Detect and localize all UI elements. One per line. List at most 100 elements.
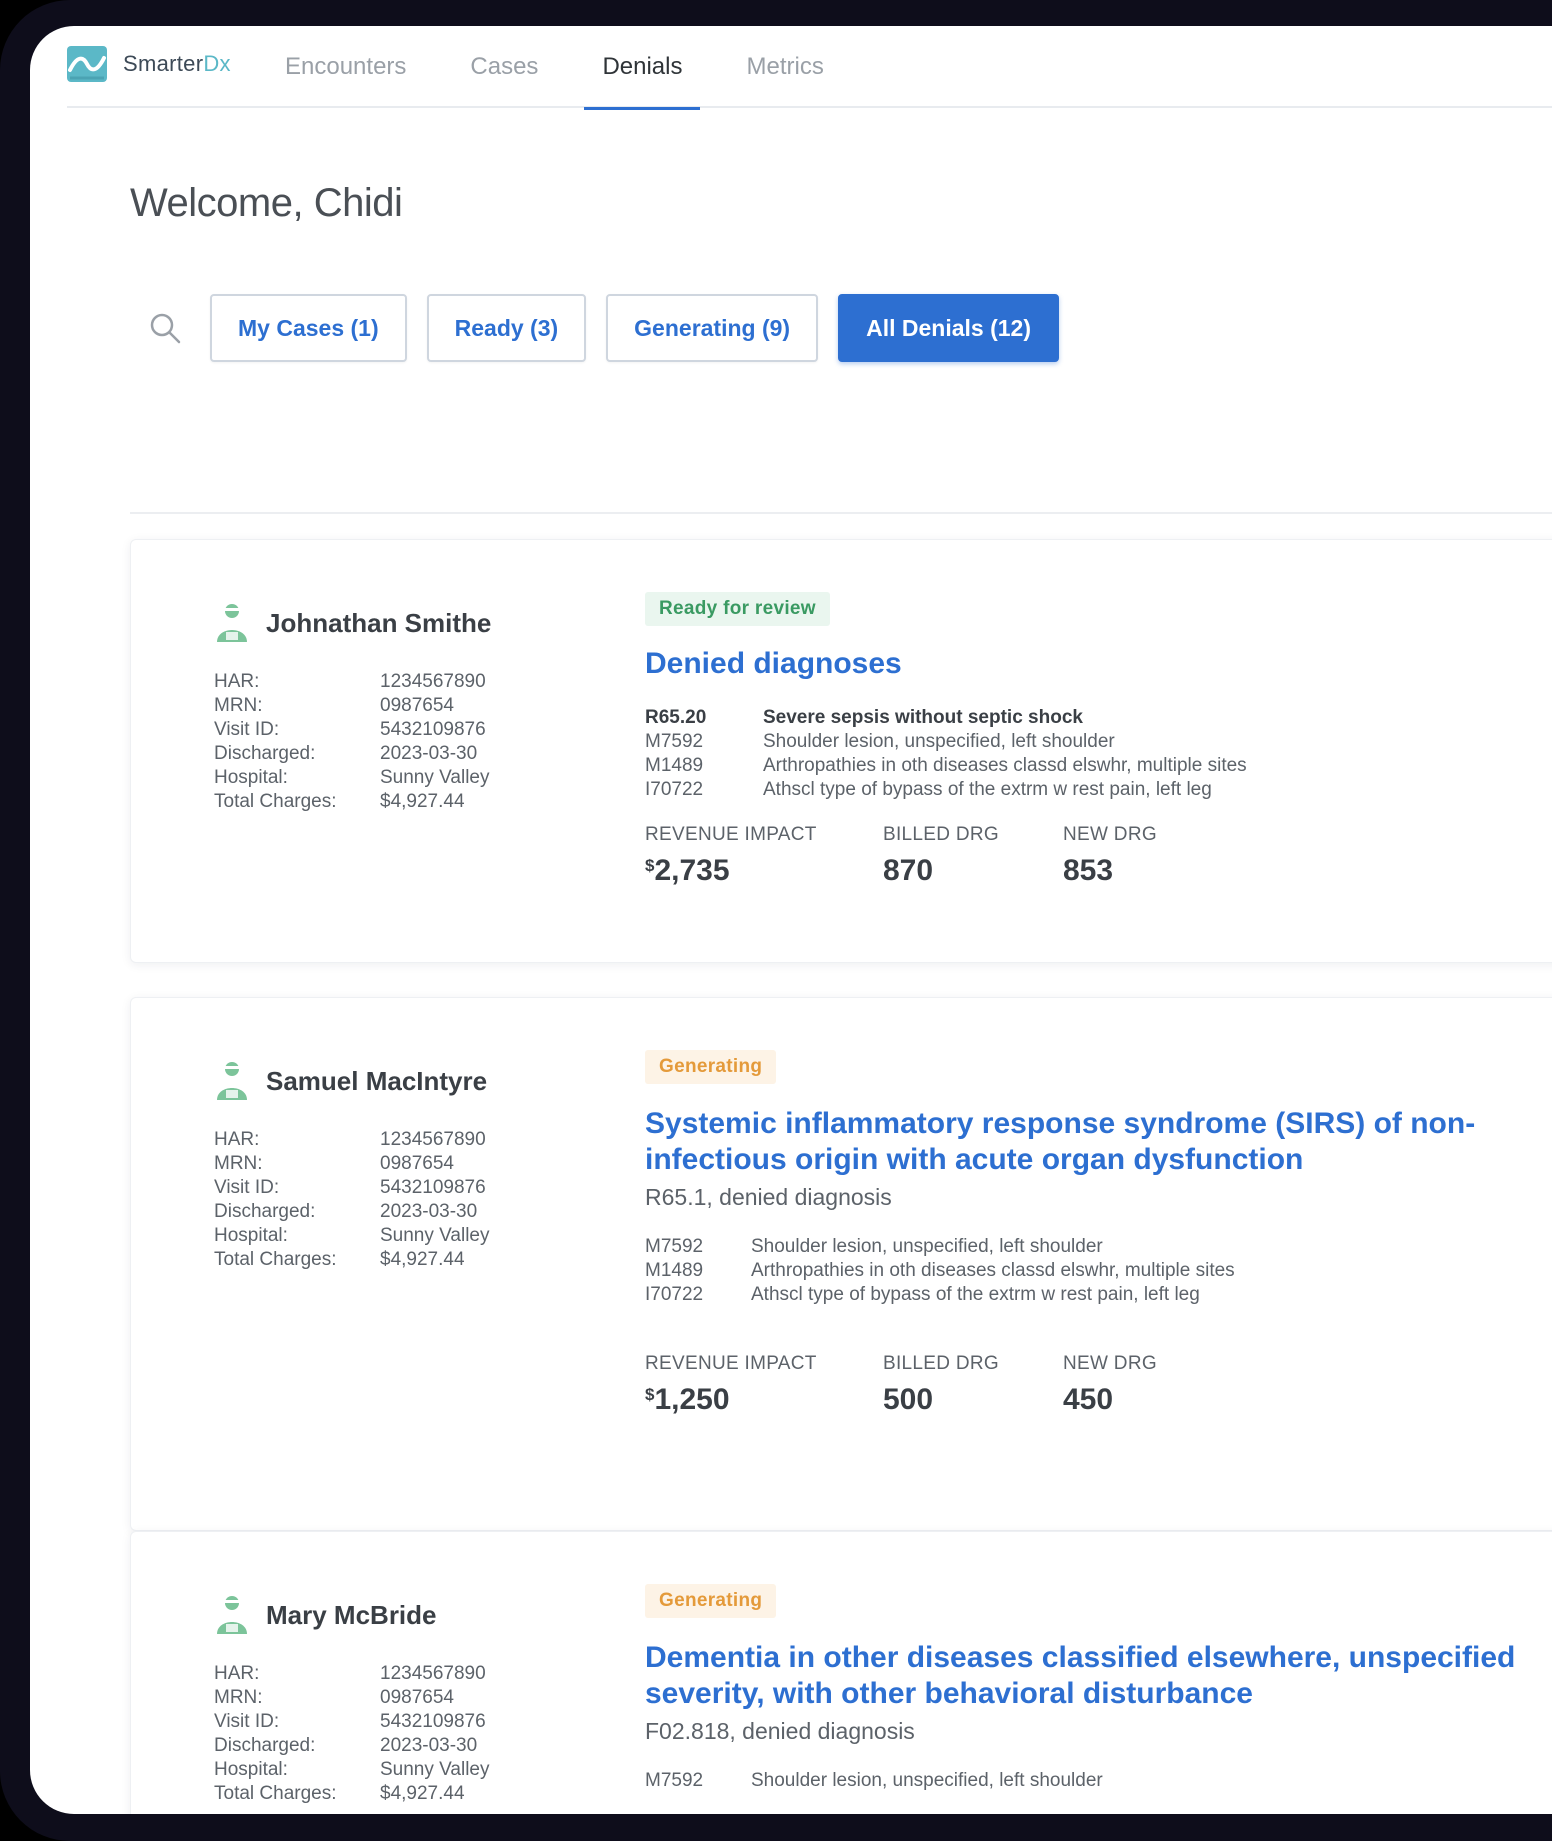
meta-label: Visit ID: [214,1177,280,1198]
patient-icon [217,604,247,642]
diagnosis-code: I70722 [645,1284,704,1305]
billed-drg-metric: BILLED DRG 500 [883,1353,1063,1417]
meta-label: Discharged: [214,743,316,764]
new-drg-value: 450 [1063,1383,1114,1416]
filter-generating-button[interactable]: Generating (9) [606,294,819,362]
metric-label: REVENUE IMPACT [645,824,817,845]
diagnosis-code: M7592 [645,1770,704,1791]
filter-bar: My Cases (1) Ready (3) Generating (9) Al… [148,294,1079,362]
smarterdx-logo[interactable]: SmarterDx [67,46,231,82]
meta-row-mrn: MRN: 0987654 [214,1152,490,1176]
meta-value: Sunny Valley [380,1759,490,1780]
meta-row-discharged: Discharged: 2023-03-30 [214,1734,490,1758]
meta-label: Discharged: [214,1735,316,1756]
denial-content: Generating Systemic inflammatory respons… [645,1050,1545,1417]
meta-label: Total Charges: [214,1783,337,1804]
meta-row-visit-id: Visit ID: 5432109876 [214,1710,490,1734]
metric-label: BILLED DRG [883,824,999,845]
nav-tab-metrics[interactable]: Metrics [728,26,841,108]
meta-row-har: HAR: 1234567890 [214,1128,490,1152]
meta-label: Hospital: [214,767,288,788]
diagnosis-code-list: M7592 Shoulder lesion, unspecified, left … [645,1769,1545,1793]
diagnosis-code-list: M7592 Shoulder lesion, unspecified, left … [645,1235,1545,1307]
diagnosis-row: M7592 Shoulder lesion, unspecified, left … [645,1769,1545,1793]
meta-label: MRN: [214,695,263,716]
diagnosis-code-list: R65.20 Severe sepsis without septic shock… [645,706,1545,802]
main-nav: Encounters Cases Denials Metrics [267,26,870,110]
metric-label: NEW DRG [1063,824,1157,845]
nav-tab-denials[interactable]: Denials [584,26,701,110]
diagnosis-desc: Arthropathies in oth diseases classd els… [751,1260,1235,1281]
meta-label: Visit ID: [214,1711,280,1732]
meta-row-visit-id: Visit ID: 5432109876 [214,718,490,742]
diagnosis-code: M7592 [645,731,704,752]
diagnosis-desc: Athscl type of bypass of the extrm w res… [751,1284,1200,1305]
denial-card[interactable]: Samuel MacIntyre HAR: 1234567890 MRN: 0987… [130,997,1552,1531]
patient-name: Samuel MacIntyre [214,1060,487,1102]
denial-title[interactable]: Systemic inflammatory response syndrome … [645,1106,1545,1178]
diagnosis-row: M7592 Shoulder lesion, unspecified, left … [645,730,1545,754]
meta-row-visit-id: Visit ID: 5432109876 [214,1176,490,1200]
meta-label: Total Charges: [214,791,337,812]
status-badge: Ready for review [645,592,830,626]
meta-value: 5432109876 [380,1711,486,1732]
patient-meta: HAR: 1234567890 MRN: 0987654 Visit ID: 5432… [214,670,490,814]
meta-label: HAR: [214,1129,260,1150]
diagnosis-desc: Shoulder lesion, unspecified, left shoul… [763,731,1115,752]
patient-name: Mary McBride [214,1594,437,1636]
smarterdx-logo-icon [67,46,107,82]
status-badge: Generating [645,1584,777,1618]
patient-icon [217,1062,247,1100]
meta-label: Total Charges: [214,1249,337,1270]
denial-subtitle: R65.1, denied diagnosis [645,1184,892,1210]
meta-value: 0987654 [380,695,454,716]
revenue-impact-value: $2,735 [645,854,883,888]
denial-title[interactable]: Denied diagnoses [645,646,1545,682]
denial-card[interactable]: Johnathan Smithe HAR: 1234567890 MRN: 0987… [130,539,1552,963]
meta-value: 1234567890 [380,1129,486,1150]
filter-all-denials-button[interactable]: All Denials (12) [838,294,1059,362]
filter-ready-button[interactable]: Ready (3) [426,294,587,362]
filter-my-cases-button[interactable]: My Cases (1) [210,294,407,362]
meta-row-mrn: MRN: 0987654 [214,694,490,718]
diagnosis-row: M1489 Arthropathies in oth diseases class… [645,754,1545,778]
revenue-impact-metric: REVENUE IMPACT $1,250 [645,1353,883,1417]
denial-subtitle: F02.818, denied diagnosis [645,1718,915,1744]
diagnosis-code: R65.20 [645,707,707,728]
revenue-impact-amount: 1,250 [654,1383,730,1416]
metric-label: REVENUE IMPACT [645,1353,817,1374]
diagnosis-desc: Shoulder lesion, unspecified, left shoul… [751,1236,1103,1257]
meta-value: 2023-03-30 [380,1201,478,1222]
diagnosis-row: M7592 Shoulder lesion, unspecified, left … [645,1235,1545,1259]
denial-title[interactable]: Dementia in other diseases classified el… [645,1640,1545,1712]
denial-card[interactable]: Mary McBride HAR: 1234567890 MRN: 0987654 … [130,1531,1552,1814]
nav-tab-encounters[interactable]: Encounters [267,26,424,108]
meta-label: Hospital: [214,1225,288,1246]
diagnosis-code: I70722 [645,779,704,800]
diagnosis-row: M1489 Arthropathies in oth diseases class… [645,1259,1545,1283]
meta-label: HAR: [214,1663,260,1684]
meta-value: 0987654 [380,1153,454,1174]
meta-value: 5432109876 [380,1177,486,1198]
meta-label: Hospital: [214,1759,288,1780]
meta-value: 1234567890 [380,1663,486,1684]
revenue-impact-value: $1,250 [645,1383,883,1417]
meta-value: 1234567890 [380,671,486,692]
meta-value: 2023-03-30 [380,1735,478,1756]
diagnosis-code: M1489 [645,755,704,776]
welcome-heading: Welcome, Chidi [130,181,403,225]
revenue-impact-metric: REVENUE IMPACT $2,735 [645,824,883,888]
diagnosis-desc: Severe sepsis without septic shock [763,707,1083,728]
meta-value: $4,927.44 [380,1249,465,1270]
meta-row-total-charges: Total Charges: $4,927.44 [214,1248,490,1272]
search-icon[interactable] [148,311,182,345]
meta-value: 5432109876 [380,719,486,740]
patient-icon [217,1596,247,1634]
meta-row-discharged: Discharged: 2023-03-30 [214,1200,490,1224]
meta-row-hospital: Hospital: Sunny Valley [214,1758,490,1782]
metric-label: NEW DRG [1063,1353,1157,1374]
meta-row-total-charges: Total Charges: $4,927.44 [214,1782,490,1806]
metric-label: BILLED DRG [883,1353,999,1374]
billed-drg-value: 500 [883,1383,934,1416]
nav-tab-cases[interactable]: Cases [452,26,556,108]
